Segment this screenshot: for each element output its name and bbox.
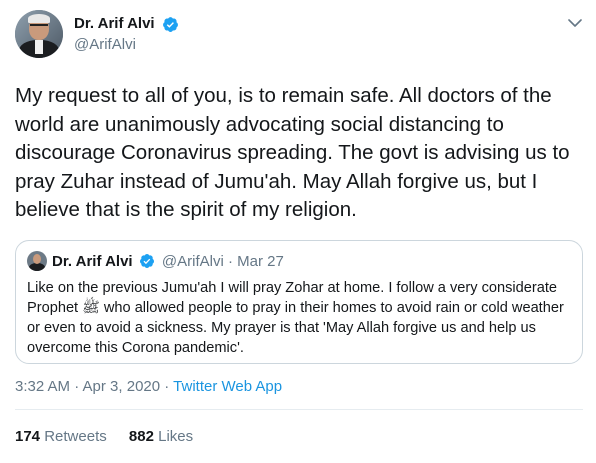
quoted-dot: · [228, 253, 233, 270]
tweet-meta: 3:32 AM · Apr 3, 2020 · Twitter Web App [15, 377, 282, 397]
engagement-stats: 174 Retweets 882 Likes [15, 427, 211, 447]
likes-count: 882 [128, 428, 154, 445]
timestamp[interactable]: 3:32 AM · Apr 3, 2020 [15, 378, 160, 395]
quoted-verified-badge-icon [139, 254, 154, 268]
quoted-header: Dr. Arif Alvi @ArifAlvi · Mar 27 [52, 252, 284, 272]
chevron-down-icon[interactable] [568, 18, 582, 28]
quoted-date: Mar 27 [237, 253, 284, 270]
tweet-text: My request to all of you, is to remain s… [15, 84, 570, 222]
quoted-text: Like on the previous Jumu'ah I will pray… [27, 280, 564, 356]
verified-badge-icon [163, 16, 178, 32]
divider [15, 409, 583, 410]
retweets-count: 174 [15, 428, 41, 445]
avatar[interactable] [15, 10, 63, 58]
tweet-card: Dr. Arif Alvi @ArifAlvi My request to al… [0, 0, 596, 463]
author-handle[interactable]: @ArifAlvi [74, 35, 179, 55]
quoted-tweet[interactable]: Dr. Arif Alvi @ArifAlvi · Mar 27 Like on… [15, 240, 583, 364]
likes-label: Likes [158, 428, 194, 445]
retweets-label: Retweets [44, 428, 107, 445]
author-display-name[interactable]: Dr. Arif Alvi [74, 14, 155, 34]
retweets-stat[interactable]: 174 Retweets [15, 428, 111, 445]
source-link[interactable]: Twitter Web App [173, 378, 282, 395]
meta-separator: · [160, 378, 174, 395]
author-block: Dr. Arif Alvi @ArifAlvi [74, 14, 179, 55]
likes-stat[interactable]: 882 Likes [129, 428, 193, 445]
quoted-display-name: Dr. Arif Alvi [52, 253, 133, 270]
quoted-avatar [27, 251, 47, 271]
quoted-handle: @ArifAlvi [161, 253, 224, 270]
